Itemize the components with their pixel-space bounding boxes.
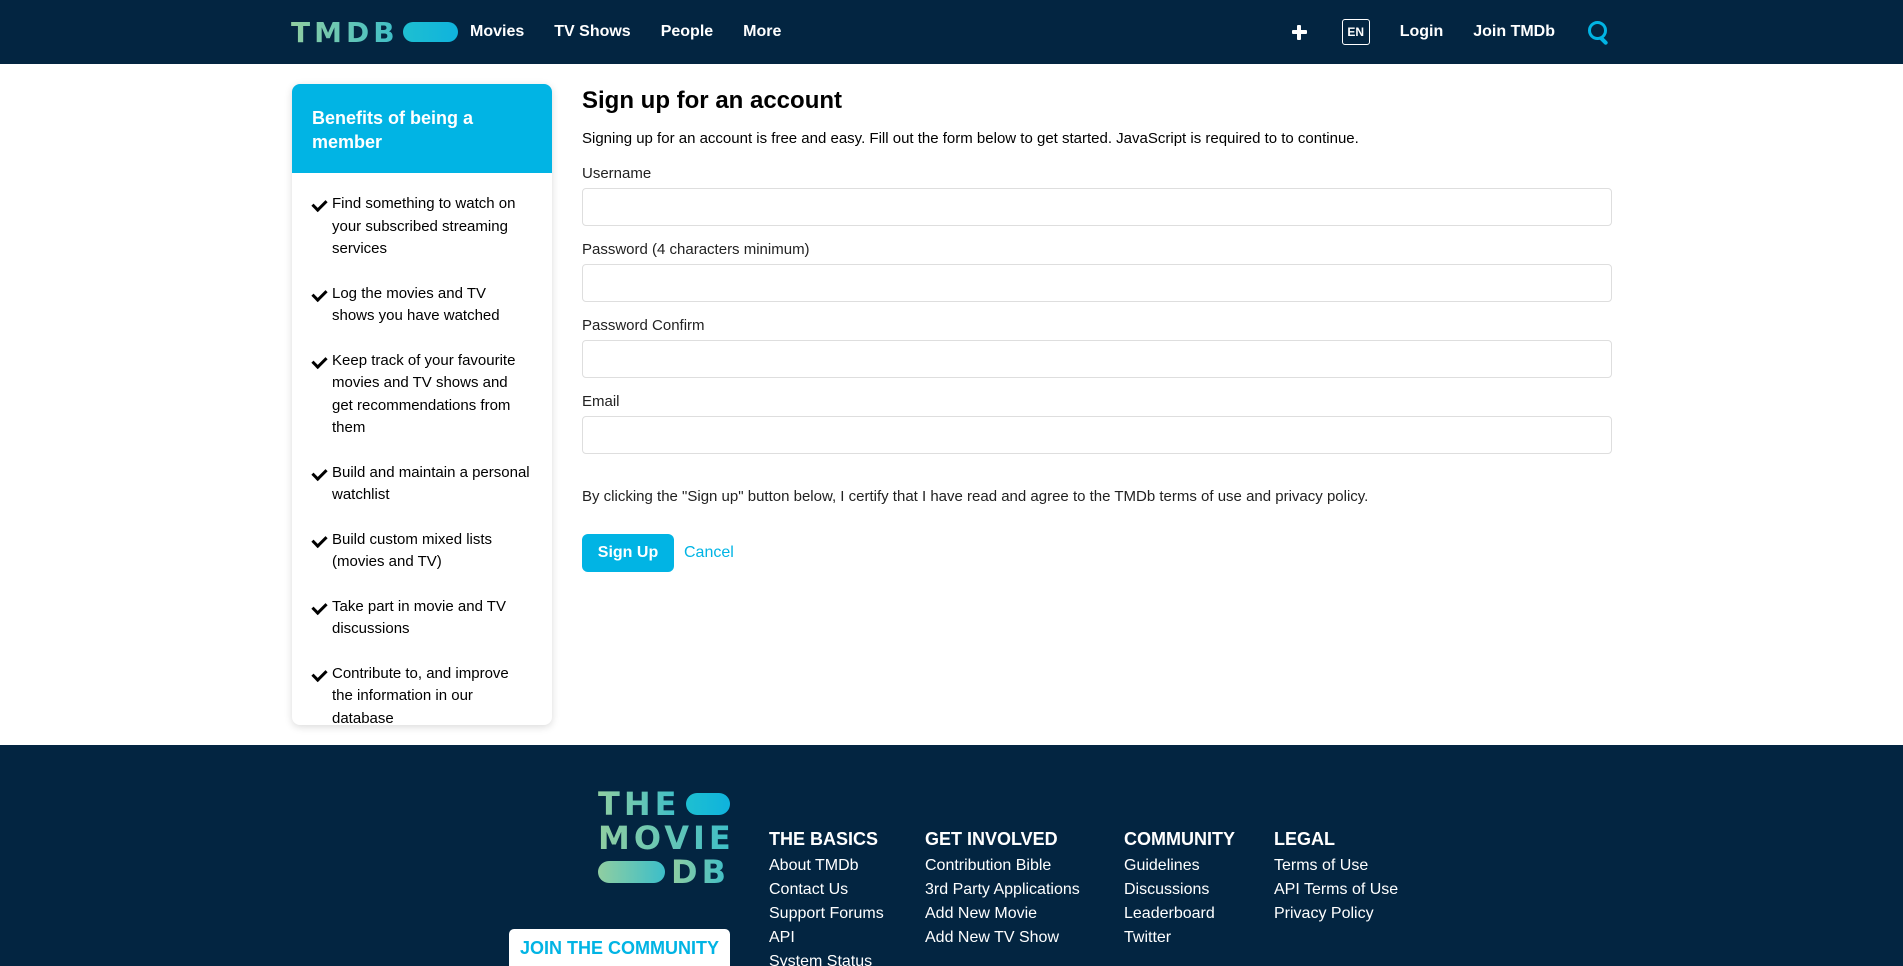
footer-link[interactable]: Terms of Use: [1274, 854, 1398, 878]
footer-link[interactable]: System Status: [769, 950, 884, 966]
signup-button[interactable]: Sign Up: [582, 534, 674, 572]
footer-link[interactable]: Leaderboard: [1124, 902, 1235, 926]
benefit-item: Build and maintain a personal watchlist: [311, 462, 532, 507]
footer-link[interactable]: About TMDb: [769, 854, 884, 878]
form-actions: Sign Up Cancel: [582, 534, 1612, 572]
search-icon[interactable]: [1585, 19, 1611, 45]
footer-link[interactable]: Support Forums: [769, 902, 884, 926]
nav-more[interactable]: More: [743, 23, 781, 41]
benefit-item: Log the movies and TV shows you have wat…: [311, 283, 532, 328]
benefit-text: Log the movies and TV shows you have wat…: [332, 284, 500, 325]
join-community-button[interactable]: JOIN THE COMMUNITY: [509, 929, 730, 966]
footer-col-title: THE BASICS: [769, 829, 879, 849]
footer-col-title: LEGAL: [1274, 829, 1335, 849]
footer-link[interactable]: API Terms of Use: [1274, 878, 1398, 902]
site-footer: THE MOVIE DB JOIN THE COMMUNITY THE BASI…: [0, 745, 1903, 966]
benefits-list: Find something to watch on your subscrib…: [292, 173, 552, 725]
footer-col-title: GET INVOLVED: [925, 829, 1058, 849]
footer-link[interactable]: Contact Us: [769, 878, 884, 902]
login-link[interactable]: Login: [1400, 23, 1444, 41]
footer-col-title: COMMUNITY: [1124, 829, 1235, 849]
logo-pill-icon: [686, 793, 730, 815]
footer-link[interactable]: 3rd Party Applications: [925, 878, 1080, 902]
benefit-item: Keep track of your favourite movies and …: [311, 350, 532, 440]
footer-logo-line: DB: [671, 853, 730, 891]
intro-text: Signing up for an account is free and ea…: [582, 130, 1359, 147]
logo-pill-icon: [598, 861, 666, 883]
tmdb-logo[interactable]: TMDB: [291, 15, 458, 49]
footer-logo[interactable]: THE MOVIE DB: [598, 785, 731, 891]
language-button[interactable]: EN: [1341, 19, 1370, 45]
nav-movies[interactable]: Movies: [470, 23, 524, 41]
check-icon: [311, 598, 328, 615]
username-label: Username: [582, 165, 652, 182]
footer-col-community: COMMUNITY Guidelines Discussions Leaderb…: [1124, 827, 1235, 950]
terms-text: By clicking the "Sign up" button below, …: [582, 488, 1369, 505]
benefit-item: Build custom mixed lists (movies and TV): [311, 529, 532, 574]
footer-link[interactable]: Add New TV Show: [925, 926, 1080, 950]
footer-link[interactable]: Contribution Bible: [925, 854, 1080, 878]
benefit-item: Contribute to, and improve the informati…: [311, 663, 532, 726]
password-confirm-input[interactable]: [582, 340, 1612, 378]
page-title: Sign up for an account: [582, 87, 843, 114]
check-icon: [311, 352, 328, 369]
email-label: Email: [582, 393, 620, 410]
footer-link[interactable]: Discussions: [1124, 878, 1235, 902]
benefits-card: Benefits of being a member Find somethin…: [292, 84, 552, 725]
plus-icon[interactable]: [1286, 19, 1312, 45]
check-icon: [311, 195, 328, 213]
nav-tv-shows[interactable]: TV Shows: [554, 23, 630, 41]
footer-col-legal: LEGAL Terms of Use API Terms of Use Priv…: [1274, 827, 1398, 926]
password-input[interactable]: [582, 264, 1612, 302]
benefit-text: Find something to watch on your subscrib…: [332, 195, 516, 257]
join-link[interactable]: Join TMDb: [1473, 23, 1555, 41]
footer-link[interactable]: Privacy Policy: [1274, 902, 1398, 926]
check-icon: [311, 531, 328, 548]
user-nav: EN Login Join TMDb: [1286, 0, 1611, 64]
logo-pill-icon: [402, 22, 458, 42]
password-confirm-label: Password Confirm: [582, 317, 705, 334]
email-input[interactable]: [582, 416, 1612, 454]
benefit-text: Contribute to, and improve the informati…: [332, 664, 509, 726]
check-icon: [311, 285, 328, 302]
benefit-text: Build custom mixed lists (movies and TV): [332, 530, 493, 571]
nav-people[interactable]: People: [661, 23, 713, 41]
benefit-text: Keep track of your favourite movies and …: [332, 351, 516, 437]
password-label: Password (4 characters minimum): [582, 241, 810, 258]
footer-logo-line: THE: [598, 785, 681, 823]
benefit-item: Take part in movie and TV discussions: [311, 596, 532, 641]
benefit-text: Take part in movie and TV discussions: [332, 597, 506, 638]
signup-form: Sign up for an account Signing up for an…: [582, 84, 1612, 572]
benefits-title: Benefits of being a member: [292, 84, 552, 173]
cancel-link[interactable]: Cancel: [684, 544, 734, 562]
check-icon: [311, 665, 328, 682]
benefit-text: Build and maintain a personal watchlist: [332, 463, 530, 504]
footer-link[interactable]: API: [769, 926, 884, 950]
footer-col-basics: THE BASICS About TMDb Contact Us Support…: [769, 827, 884, 966]
footer-col-get-involved: GET INVOLVED Contribution Bible 3rd Part…: [925, 827, 1080, 950]
footer-logo-line: MOVIE: [598, 819, 735, 857]
check-icon: [311, 464, 328, 481]
logo-text: TMDB: [291, 15, 399, 49]
main-nav: Movies TV Shows People More: [470, 0, 781, 64]
footer-link[interactable]: Guidelines: [1124, 854, 1235, 878]
footer-link[interactable]: Add New Movie: [925, 902, 1080, 926]
site-header: TMDB Movies TV Shows People More EN Logi…: [0, 0, 1903, 64]
username-input[interactable]: [582, 188, 1612, 226]
benefit-item: Find something to watch on your subscrib…: [311, 193, 532, 261]
footer-link[interactable]: Twitter: [1124, 926, 1235, 950]
